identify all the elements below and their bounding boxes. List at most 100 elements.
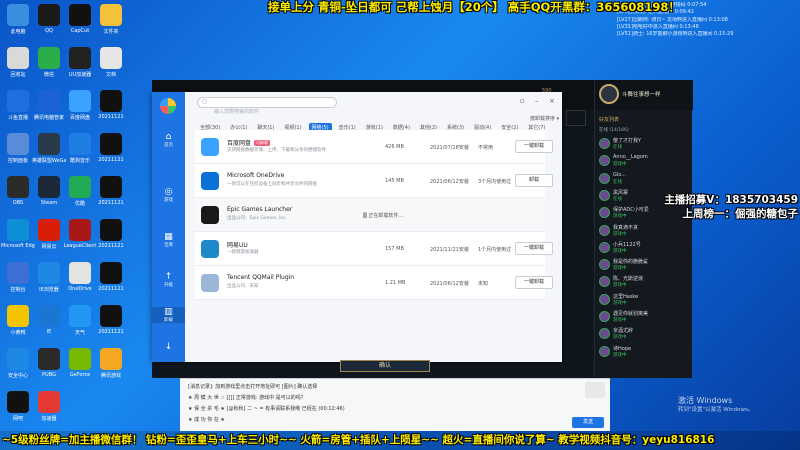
- desktop-icon[interactable]: 酷狗音乐: [63, 133, 97, 164]
- desktop-icon[interactable]: 百度网盘: [63, 90, 97, 121]
- sidebar-item-0[interactable]: ⌂ 首页: [152, 132, 185, 148]
- close-icon[interactable]: ×: [549, 97, 555, 105]
- desktop-icon[interactable]: 加速器: [32, 391, 66, 422]
- desktop-icon-label: 酷狗音乐: [69, 158, 90, 164]
- minimize-icon[interactable]: –: [535, 97, 539, 105]
- desktop-icon[interactable]: LeagueClient: [63, 219, 97, 249]
- software-manager-window: ⌂首页◎游戏▦宝库↑升级▥卸载↓ ○ ▫ – × 全部(30)办公(1)聊天(1…: [152, 92, 562, 362]
- desktop-icon[interactable]: Microsoft Edge: [1, 219, 35, 249]
- friends-group[interactable]: 在线 (14/166): [599, 127, 629, 133]
- friend-name: 黑风寨: [613, 189, 629, 196]
- desktop-icon[interactable]: OBS: [1, 176, 35, 206]
- friend-item[interactable]: 小兵1122号 游戏中: [599, 241, 691, 257]
- software-icon: [201, 240, 219, 258]
- desktop-icon-label: IE: [46, 329, 52, 335]
- app-icon: [100, 47, 122, 69]
- restore-icon[interactable]: ▫: [520, 97, 525, 105]
- desktop-icon[interactable]: 20211121: [94, 305, 128, 335]
- friend-avatar: [599, 293, 610, 305]
- friend-item[interactable]: 京酒尤醉 游戏中: [599, 327, 691, 343]
- software-row[interactable]: 百度网盘 可卸载 支持网盘数据存储、上传、下载和分享的便捷软件 426 MB 2021/…: [195, 130, 553, 164]
- desktop-icon-label: LeagueClient: [63, 243, 97, 249]
- friend-item[interactable]: 我真滴不贪 游戏中: [599, 224, 691, 240]
- friend-item[interactable]: Anno__Lagom 游戏中: [599, 154, 691, 170]
- uninstall-button[interactable]: 一键卸载: [515, 242, 553, 255]
- desktop-icon[interactable]: 文档: [94, 47, 128, 78]
- app-icon: [38, 348, 60, 370]
- desktop-icon[interactable]: 控制面板: [1, 133, 35, 164]
- software-icon: [201, 172, 219, 190]
- software-row[interactable]: Microsoft OneDrive 一款可以在任何设备上同步和共享文件的网盘 14…: [195, 164, 553, 198]
- desktop-icon[interactable]: 20211121: [94, 262, 128, 292]
- desktop-icon[interactable]: QQ: [32, 4, 66, 34]
- uninstall-button[interactable]: 一键卸载: [515, 140, 553, 153]
- desktop-icon[interactable]: 20211121: [94, 176, 128, 206]
- desktop-icon[interactable]: 微信: [32, 47, 66, 78]
- app-icon: [7, 262, 29, 284]
- app-icon: [38, 176, 60, 198]
- app-icon: [7, 47, 29, 69]
- desktop-icon[interactable]: CapCut: [63, 4, 97, 34]
- friend-item[interactable]: 傻了才打我Y 在线: [599, 137, 691, 153]
- app-icon: [38, 133, 60, 155]
- uninstall-button[interactable]: 一键卸载: [515, 276, 553, 289]
- friend-item[interactable]: 陈、光斯逆浪 游戏中: [599, 275, 691, 291]
- sidebar-item-1[interactable]: ◎ 游戏: [152, 187, 185, 203]
- uninstall-button[interactable]: 卸载: [515, 174, 553, 187]
- software-row[interactable]: 网易UU 一款网游加速器 157 MB 2021/11/21安装 1个月内使用过 一键卸载: [195, 232, 553, 266]
- desktop-icon[interactable]: 天气: [63, 305, 97, 336]
- friend-item[interactable]: 遇见你就别离美 游戏中: [599, 310, 691, 326]
- desktop-icon-label: 网吧: [12, 416, 23, 422]
- desktop-icon[interactable]: 安全中心: [1, 348, 35, 379]
- qq-send-button[interactable]: 发送: [572, 417, 604, 428]
- software-row[interactable]: Tencent QQMail Plugin 出品公司：未知 1.21 MB 2021/…: [195, 266, 553, 300]
- desktop-icon-label: 文档: [105, 72, 116, 78]
- player-avatar[interactable]: [599, 84, 619, 104]
- app-icon: [38, 262, 60, 284]
- desktop-icon[interactable]: 网吧: [1, 391, 35, 422]
- sidebar-item-3[interactable]: ↑ 升级: [152, 272, 185, 288]
- desktop-icon[interactable]: IE: [32, 305, 66, 335]
- desktop-icon[interactable]: UU加速器: [63, 47, 97, 78]
- app-icon: [100, 305, 122, 327]
- desktop-icon[interactable]: 此电脑: [1, 4, 35, 35]
- sidebar-item-2[interactable]: ▦ 宝库: [152, 232, 185, 248]
- desktop-icon-label: 20211121: [98, 200, 124, 206]
- desktop-icon[interactable]: 英雄联盟WeGame: [32, 133, 66, 164]
- sort-dropdown[interactable]: 按卸载排序 ▾: [530, 115, 559, 122]
- sidebar-item-4[interactable]: ▥ 卸载: [152, 307, 185, 323]
- desktop-icon[interactable]: 20211121: [94, 219, 128, 249]
- friend-item[interactable]: Glo... 在线: [599, 172, 691, 188]
- search-box[interactable]: ○: [197, 97, 337, 117]
- desktop-icon[interactable]: 20211121: [94, 90, 128, 120]
- desktop-icon[interactable]: 腾讯游戏: [94, 348, 128, 379]
- sort-label: 按卸载排序: [530, 116, 556, 122]
- desktop-icon-label: 控制面板: [7, 158, 28, 164]
- desktop-icon[interactable]: IE浏览器: [32, 262, 66, 293]
- software-tag: 可卸载: [254, 140, 271, 146]
- desktop-icon[interactable]: 控制台: [1, 262, 35, 293]
- desktop-icon[interactable]: 优酷: [63, 176, 97, 207]
- desktop-icon[interactable]: 20211121: [94, 133, 128, 163]
- sidebar-item-5[interactable]: ↓: [152, 342, 185, 352]
- software-row[interactable]: Epic Games Launcher 出品公司：Epic Games, Inc.…: [195, 198, 545, 232]
- friend-item[interactable]: 这里Haske 游戏中: [599, 293, 691, 309]
- desktop-icon[interactable]: 网易云: [32, 219, 66, 250]
- friend-item[interactable]: 诗Hope 游戏中: [599, 345, 691, 361]
- friend-item[interactable]: 我是你的脆脆鲨 游戏中: [599, 258, 691, 274]
- desktop-icon[interactable]: 回收站: [1, 47, 35, 78]
- friend-item[interactable]: 保护ADC小可爱 游戏中: [599, 206, 691, 222]
- game-confirm-button[interactable]: 确认: [340, 360, 430, 372]
- friend-status: 游戏中: [613, 248, 627, 254]
- desktop-icon[interactable]: OneDrive: [63, 262, 97, 292]
- desktop-icon[interactable]: 腾讯电脑管家: [32, 90, 66, 121]
- desktop-icon[interactable]: 小黄鸭: [1, 305, 35, 336]
- desktop-icon[interactable]: Steam: [32, 176, 66, 206]
- software-description: 一款可以在任何设备上同步和共享文件的网盘: [227, 182, 317, 187]
- desktop-icon[interactable]: 文件夹: [94, 4, 128, 35]
- desktop-icon[interactable]: 斗鱼直播: [1, 90, 35, 121]
- desktop-icon[interactable]: PUBG: [32, 348, 66, 378]
- app-icon: [100, 90, 122, 112]
- desktop-icon[interactable]: GeForce: [63, 348, 97, 378]
- app-icon: [100, 262, 122, 284]
